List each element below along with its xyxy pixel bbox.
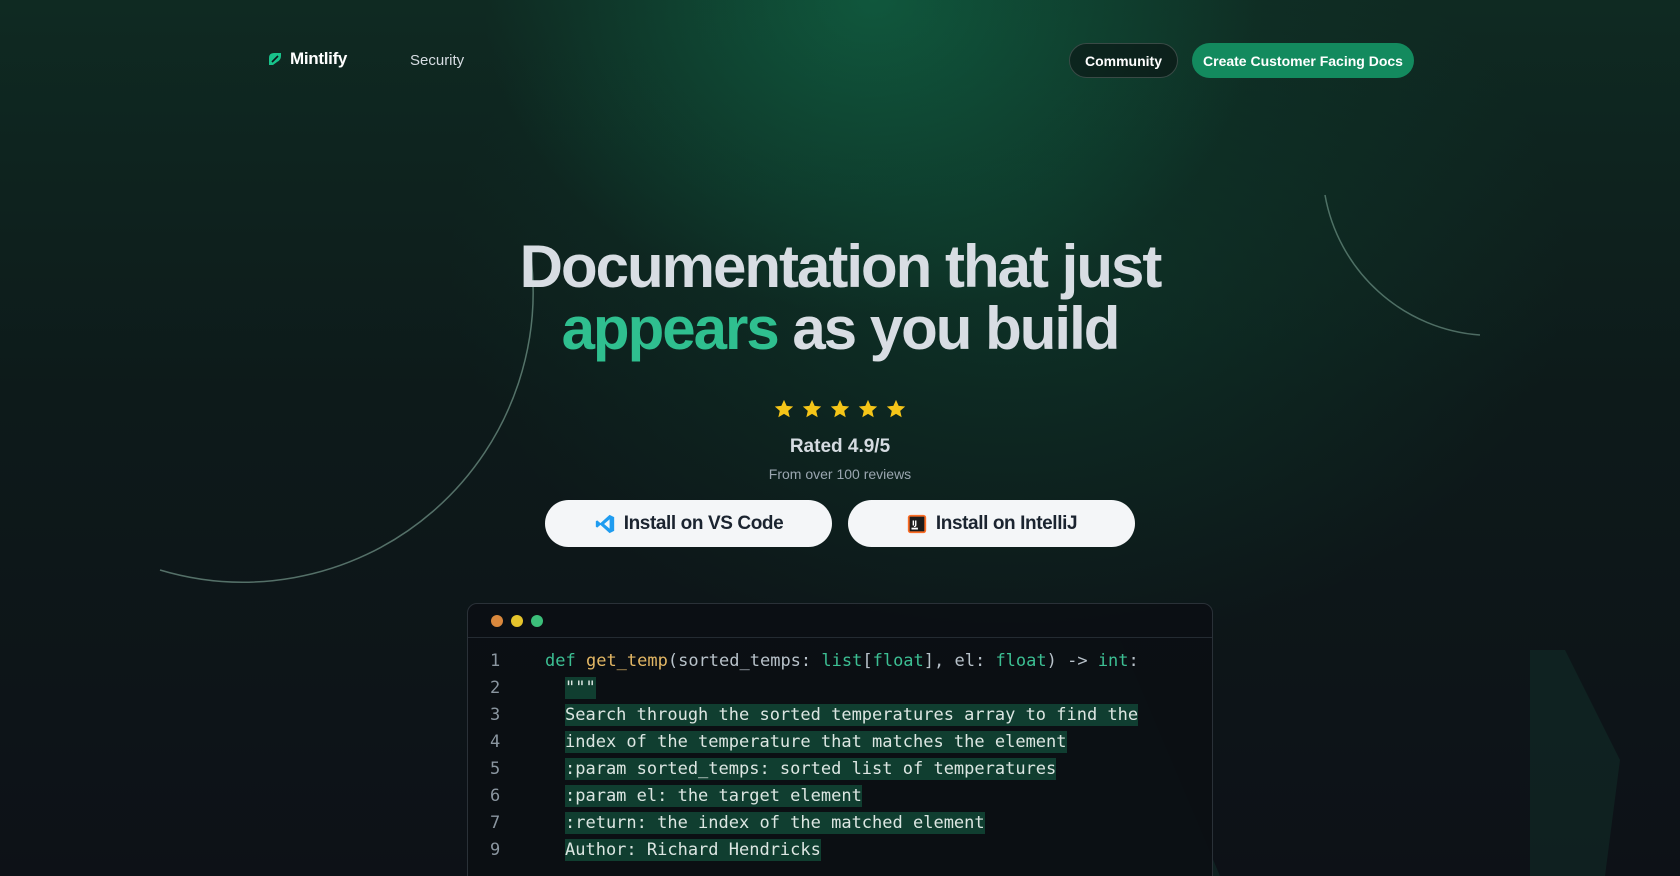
rating-text: Rated 4.9/5 <box>789 436 891 457</box>
code-line: 5 :param sorted_temps: sorted list of te… <box>468 755 1212 782</box>
line-number: 1 <box>490 650 501 671</box>
vscode-icon <box>595 514 614 533</box>
brand-name: Mintlify <box>290 49 348 68</box>
code-line: 9 Author: Richard Hendricks <box>468 836 1212 863</box>
community-button[interactable]: Community <box>1069 43 1178 78</box>
line-number: 4 <box>490 731 501 752</box>
brand-logo[interactable]: Mintlify <box>266 49 347 69</box>
docstring-line: :param sorted_temps: sorted list of temp… <box>565 757 1057 780</box>
mintlify-logo-icon <box>269 53 281 65</box>
install-intellij-label: Install on IntelliJ <box>935 512 1078 534</box>
code-line: 7 :return: the index of the matched elem… <box>468 809 1212 836</box>
intellij-icon: IJ <box>907 514 927 533</box>
code-line: 3 Search through the sorted temperatures… <box>468 701 1212 728</box>
install-vscode-button[interactable]: Install on VS Code <box>545 500 832 547</box>
line-number: 3 <box>490 704 501 725</box>
svg-text:IJ: IJ <box>912 518 917 527</box>
star-icon <box>886 399 906 418</box>
window-titlebar <box>468 604 1212 638</box>
code-line: 2 """ <box>468 674 1212 701</box>
docstring-line: Search through the sorted temperatures a… <box>565 703 1139 726</box>
star-icon <box>858 399 878 418</box>
rating-stars <box>0 398 1680 420</box>
docstring-line: """ <box>565 676 596 699</box>
reviews-count: From over 100 reviews <box>768 466 912 482</box>
line-number: 9 <box>490 839 501 860</box>
line-number: 2 <box>490 677 501 698</box>
nav-link-security[interactable]: Security <box>410 52 464 69</box>
install-vscode-label: Install on VS Code <box>623 512 784 534</box>
star-icon <box>774 399 794 418</box>
docstring-line: index of the temperature that matches th… <box>565 730 1067 753</box>
window-close-dot[interactable] <box>491 614 503 627</box>
line-number: 6 <box>490 785 501 806</box>
star-icon <box>802 399 822 418</box>
hero-line-2-rest: as you build <box>777 295 1120 362</box>
window-minimize-dot[interactable] <box>511 614 523 627</box>
line-number: 7 <box>490 812 501 833</box>
window-maximize-dot[interactable] <box>531 614 543 627</box>
create-docs-button[interactable]: Create Customer Facing Docs <box>1192 43 1414 78</box>
install-intellij-button[interactable]: IJ Install on IntelliJ <box>848 500 1135 547</box>
hero-line-1: Documentation that just <box>519 233 1163 300</box>
code-line: 6 :param el: the target element <box>468 782 1212 809</box>
code-editor-window: 1 def get_temp(sorted_temps: list[float]… <box>467 603 1213 876</box>
docstring-line: Author: Richard Hendricks <box>565 838 821 861</box>
top-nav: Mintlify Security Community Create Custo… <box>0 43 1680 79</box>
code-signature: def get_temp(sorted_temps: list[float], … <box>545 650 1139 671</box>
hero-accent-word: appears <box>561 295 780 362</box>
code-line: 4 index of the temperature that matches … <box>468 728 1212 755</box>
code-line: 1 def get_temp(sorted_temps: list[float]… <box>468 647 1212 674</box>
line-number: 5 <box>490 758 501 779</box>
star-icon <box>830 399 850 418</box>
docstring-line: :return: the index of the matched elemen… <box>565 811 985 834</box>
code-body: 1 def get_temp(sorted_temps: list[float]… <box>468 638 1212 863</box>
hero-line-2: appears as you build <box>0 298 1680 360</box>
docstring-line: :param el: the target element <box>565 784 862 807</box>
hero-heading: Documentation that just appears as you b… <box>0 236 1680 360</box>
